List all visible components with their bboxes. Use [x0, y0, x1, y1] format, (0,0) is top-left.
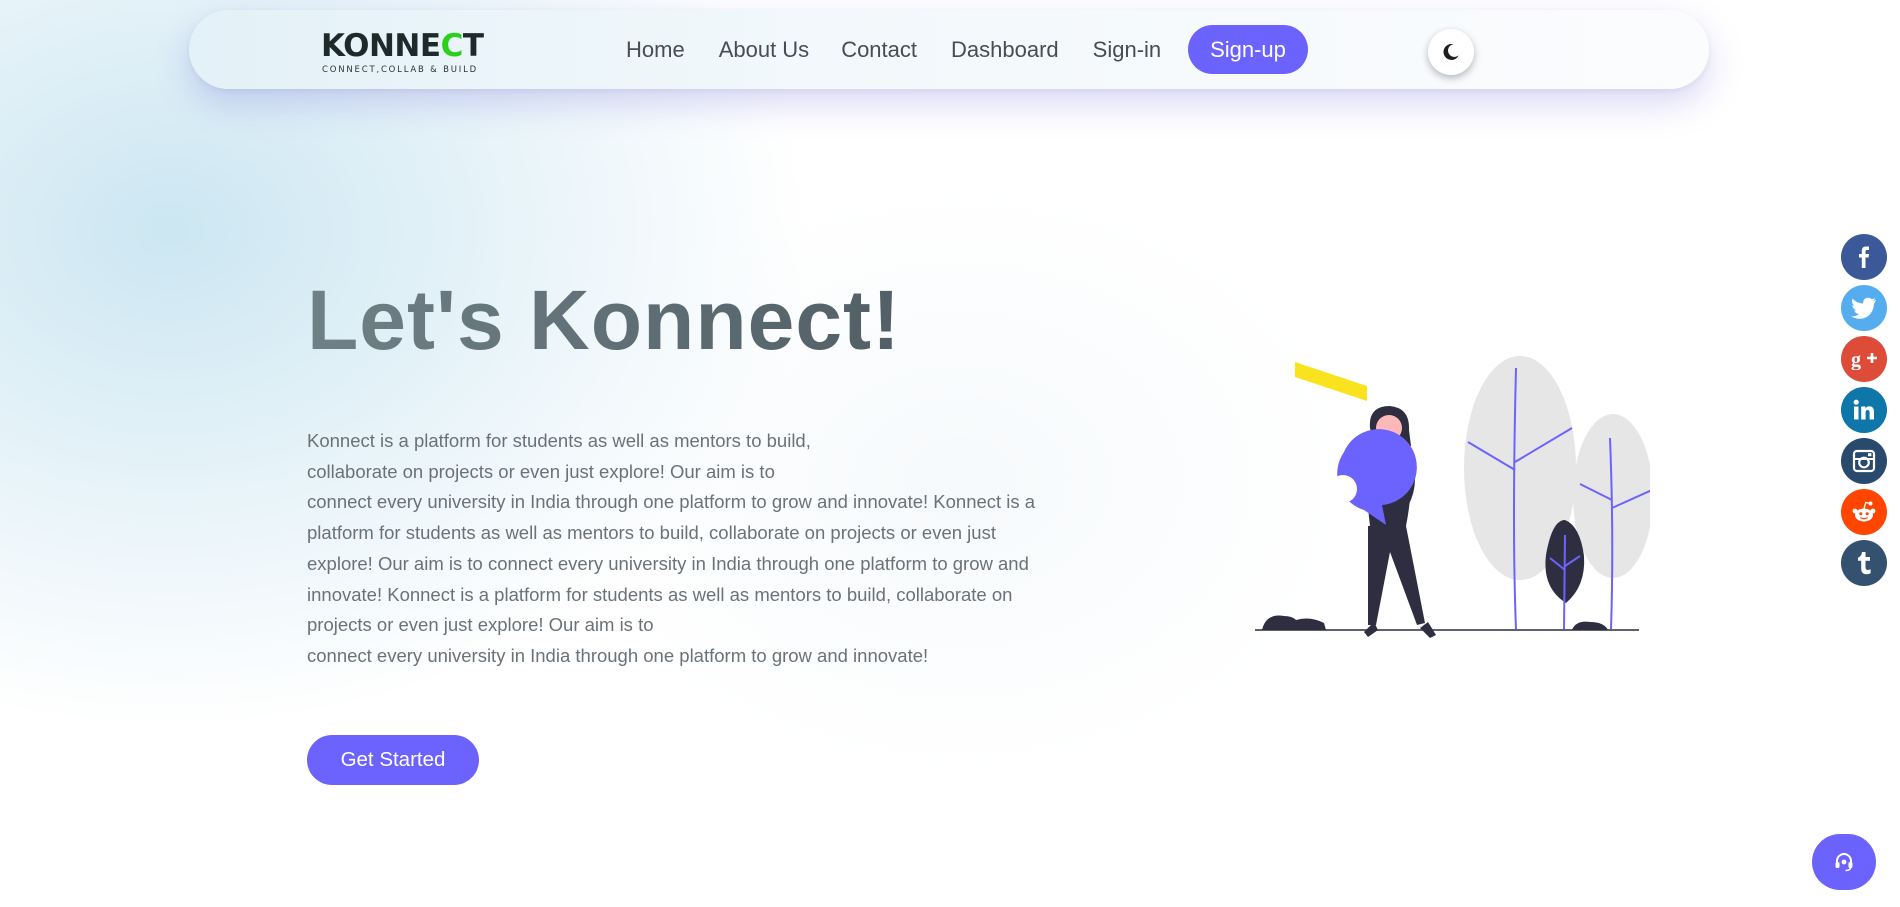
rock-right: [1572, 621, 1608, 630]
nav-about-link[interactable]: About Us: [719, 37, 810, 63]
instagram-icon[interactable]: [1841, 438, 1887, 484]
nav-dashboard-link[interactable]: Dashboard: [951, 37, 1059, 63]
linkedin-icon[interactable]: [1841, 387, 1887, 433]
twitter-icon[interactable]: [1841, 285, 1887, 331]
hero-line-1: Konnect is a platform for students as we…: [307, 430, 811, 451]
headset-icon: [1835, 853, 1853, 872]
person-legs: [1368, 526, 1425, 625]
nav-links: Home About Us Contact Dashboard Sign-in: [626, 10, 1195, 89]
moon-icon: [1443, 43, 1459, 60]
hero-description: Konnect is a platform for students as we…: [307, 426, 1047, 672]
tumblr-icon[interactable]: [1841, 540, 1887, 586]
nav-signin-link[interactable]: Sign-in: [1093, 37, 1161, 63]
hero-title: Let's Konnect!: [307, 273, 902, 367]
theme-toggle-button[interactable]: [1428, 29, 1474, 75]
navbar: KONNECT CONNECT,COLLAB & BUILD Home Abou…: [189, 10, 1709, 89]
hero-illustration: [1255, 356, 1650, 638]
hero-line-5: connect every university in India throug…: [307, 644, 929, 666]
hero-line-4: innovate! Konnect is a platform for stud…: [307, 583, 1013, 636]
logo-wordmark: KONNECT: [321, 28, 484, 64]
facebook-icon[interactable]: [1841, 234, 1887, 280]
hero-line-3: connect every university in India throug…: [307, 491, 1036, 574]
nav-home-link[interactable]: Home: [626, 37, 685, 63]
nav-contact-link[interactable]: Contact: [841, 37, 917, 63]
reddit-icon[interactable]: [1841, 489, 1887, 535]
location-marker-dot: [1329, 475, 1357, 503]
rock-left: [1262, 615, 1326, 630]
yellow-bar: [1295, 362, 1367, 401]
get-started-button[interactable]: Get Started: [307, 735, 479, 785]
logo[interactable]: KONNECT CONNECT,COLLAB & BUILD: [319, 26, 489, 76]
svg-text:g: g: [1851, 349, 1861, 370]
logo-tagline: CONNECT,COLLAB & BUILD: [322, 65, 478, 75]
hero-line-2: collaborate on projects or even just exp…: [307, 460, 775, 482]
google-plus-icon[interactable]: g: [1841, 336, 1887, 382]
support-chat-button[interactable]: [1812, 834, 1876, 890]
social-share-bar: g: [1841, 234, 1887, 591]
signup-button[interactable]: Sign-up: [1188, 25, 1308, 74]
